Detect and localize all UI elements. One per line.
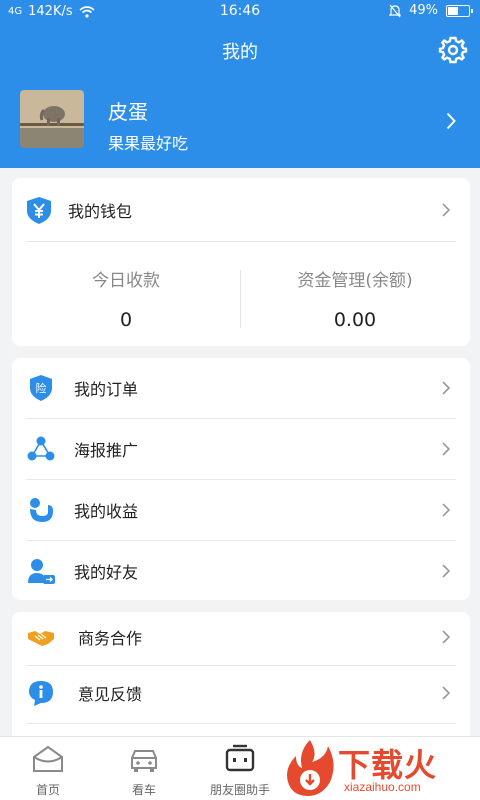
today-income-stat[interactable]: 今日收款 0 <box>12 266 240 331</box>
page-title: 我的 <box>222 42 258 63</box>
chevron-right-icon <box>442 381 450 395</box>
chevron-right-icon <box>442 686 450 700</box>
menu-item-label: 我的好友 <box>74 563 139 582</box>
watermark-logo: 下载火 xiazaihuo.com <box>282 738 480 800</box>
chevron-right-icon <box>442 503 450 517</box>
chevron-right-icon[interactable] <box>446 112 456 130</box>
menu-item-orders[interactable]: 险 我的订单 <box>12 358 470 418</box>
tab-moments-assistant[interactable]: 朋友圈助手 <box>192 743 288 798</box>
chevron-right-icon <box>442 630 450 644</box>
wallet-yen-shield-icon <box>27 197 51 224</box>
wallet-row[interactable]: 我的钱包 <box>12 180 470 240</box>
today-income-value: 0 <box>119 309 133 331</box>
car-icon <box>131 750 157 772</box>
menu-item-friends[interactable]: 我的好友 <box>12 541 470 601</box>
friend-icon <box>28 559 55 584</box>
tab-label: 朋友圈助手 <box>209 783 270 797</box>
menu-item-label: 我的收益 <box>74 502 139 521</box>
funds-management-label: 资金管理(余额) <box>297 271 413 291</box>
info-bubble-icon <box>29 681 53 706</box>
tab-home[interactable]: 首页 <box>0 743 96 798</box>
profile-name: 皮蛋 <box>108 100 148 124</box>
today-income-label: 今日收款 <box>92 271 160 291</box>
handshake-icon <box>28 631 54 646</box>
funds-management-stat[interactable]: 资金管理(余额) 0.00 <box>241 266 469 331</box>
tab-label: 看车 <box>131 783 156 797</box>
chevron-right-icon <box>442 564 450 578</box>
menu-item-label: 我的订单 <box>74 380 139 399</box>
menu-item-earnings[interactable]: 我的收益 <box>12 480 470 540</box>
chevron-right-icon <box>442 442 450 456</box>
divider <box>26 241 456 242</box>
gear-icon[interactable] <box>438 35 468 65</box>
profile-subtitle: 果果最好吃 <box>108 134 189 153</box>
wallet-card: 我的钱包 今日收款 0 资金管理(余额) 0.00 <box>12 178 470 346</box>
menu-card-main: 险 我的订单 海报推广 我的收益 我的好友 <box>12 358 470 600</box>
earnings-icon <box>30 498 53 522</box>
bell-off-icon <box>389 4 402 17</box>
svg-text:险: 险 <box>36 381 47 395</box>
insurance-shield-icon: 险 <box>30 375 52 401</box>
battery-icon <box>446 4 473 17</box>
wallet-label: 我的钱包 <box>68 202 133 221</box>
tab-cars[interactable]: 看车 <box>96 743 192 798</box>
menu-item-business[interactable]: 商务合作 <box>12 607 470 667</box>
menu-item-poster[interactable]: 海报推广 <box>12 419 470 479</box>
menu-item-label: 意见反馈 <box>78 685 143 704</box>
avatar[interactable] <box>20 90 84 148</box>
robot-icon <box>225 744 255 772</box>
menu-item-feedback[interactable]: 意见反馈 <box>12 663 470 723</box>
chevron-right-icon <box>442 203 450 217</box>
home-icon <box>33 745 63 772</box>
funds-balance-value: 0.00 <box>333 309 377 331</box>
status-bar: 4G 142K/s 16:46 49% <box>0 0 480 24</box>
share-nodes-icon <box>27 436 55 461</box>
battery-percent: 49% <box>409 3 438 18</box>
divider <box>26 723 456 724</box>
flame-logo-icon <box>287 740 334 796</box>
watermark-text-en: xiazaihuo.com <box>344 780 421 794</box>
tab-label: 首页 <box>35 783 60 797</box>
menu-item-label: 海报推广 <box>74 441 139 460</box>
menu-item-label: 商务合作 <box>78 629 143 648</box>
menu-card-secondary: 商务合作 意见反馈 <box>12 612 470 742</box>
